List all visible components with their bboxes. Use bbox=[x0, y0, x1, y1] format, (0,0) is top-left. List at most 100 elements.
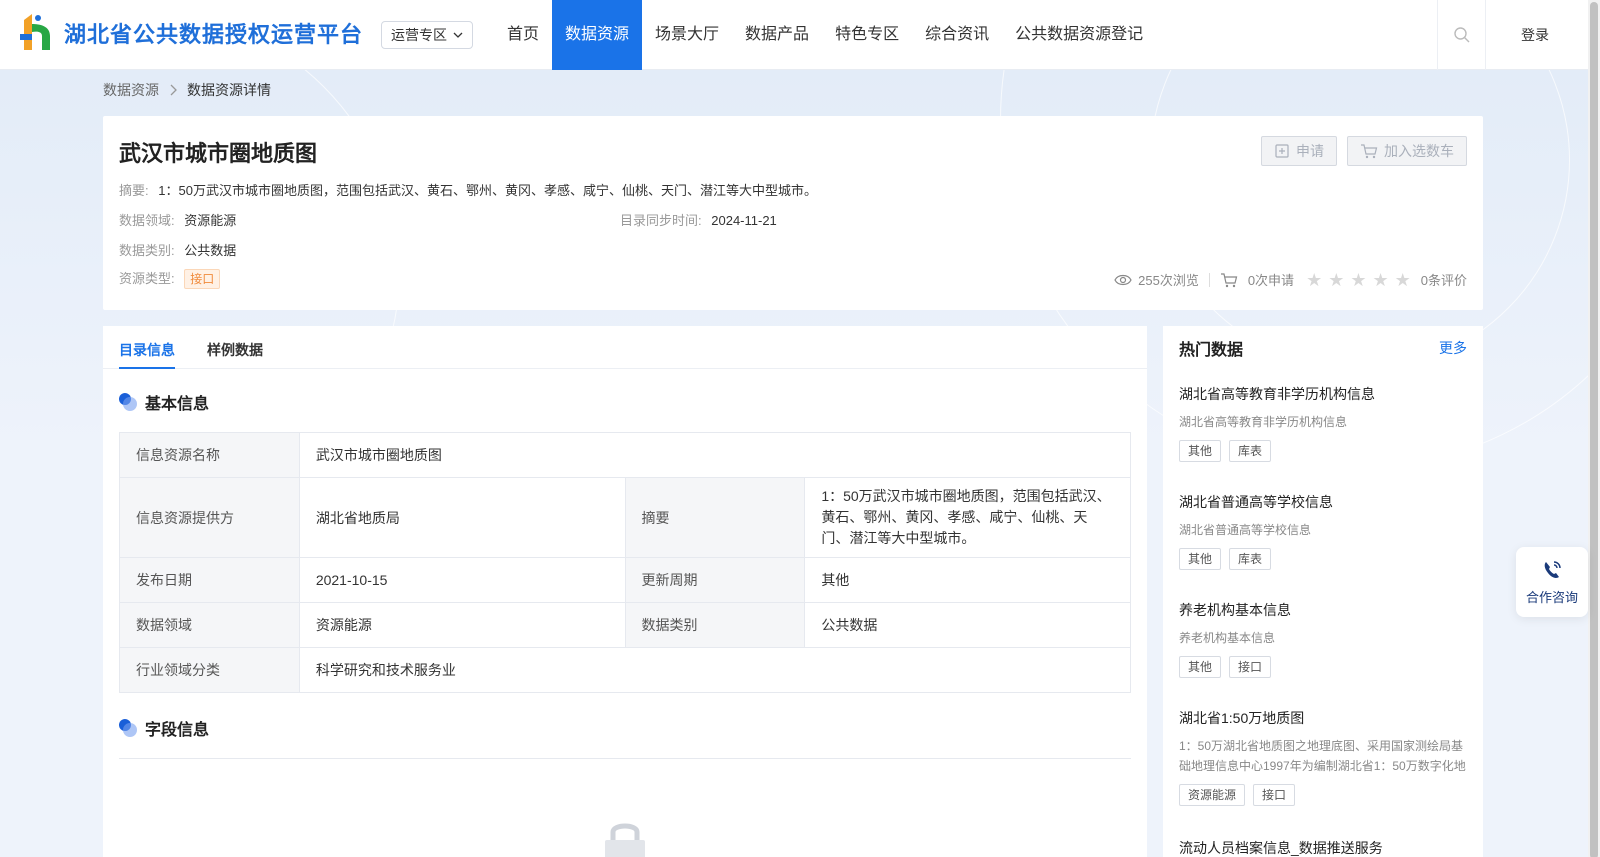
chevron-right-icon bbox=[170, 84, 177, 96]
star-icon[interactable]: ★ bbox=[1328, 271, 1344, 289]
list-item[interactable]: 湖北省高等教育非学历机构信息 湖北省高等教育非学历机构信息 其他 库表 bbox=[1179, 384, 1467, 462]
list-item-title[interactable]: 流动人员档案信息_数据推送服务 bbox=[1179, 838, 1467, 857]
field-info-title: 字段信息 bbox=[145, 722, 210, 739]
tab-catalog-info[interactable]: 目录信息 bbox=[119, 340, 175, 360]
table-value: 科学研究和技术服务业 bbox=[298, 647, 1132, 693]
table-key: 行业领域分类 bbox=[119, 647, 300, 693]
cart-icon bbox=[1361, 144, 1378, 159]
abstract-value: 1：50万武汉市城市圈地质图，范围包括武汉、黄石、鄂州、黄冈、孝感、咸宁、仙桃、… bbox=[158, 183, 817, 198]
list-item-tags: 其他 库表 bbox=[1179, 440, 1467, 462]
nav-data-resources[interactable]: 数据资源 bbox=[552, 0, 643, 70]
reviews-count: 0条评价 bbox=[1420, 273, 1467, 288]
rating-stars[interactable]: ★ ★ ★ ★ ★ bbox=[1306, 271, 1411, 289]
breadcrumb-parent[interactable]: 数据资源 bbox=[103, 80, 159, 100]
more-link[interactable]: 更多 bbox=[1439, 338, 1467, 358]
breadcrumb-current: 数据资源详情 bbox=[187, 82, 271, 98]
category-row: 数据类别: 公共数据 bbox=[119, 240, 236, 259]
table-row: 信息资源提供方 湖北省地质局 摘要 1：50万武汉市城市圈地质图，范围包括武汉、… bbox=[119, 477, 1131, 558]
sync-time-row: 目录同步时间: 2024-11-21 bbox=[620, 210, 777, 229]
table-value: 其他 bbox=[804, 557, 1131, 603]
table-row: 发布日期 2021-10-15 更新周期 其他 bbox=[119, 557, 1131, 603]
list-item-title[interactable]: 湖北省高等教育非学历机构信息 bbox=[1179, 384, 1467, 404]
table-key: 数据类别 bbox=[624, 602, 806, 648]
divider bbox=[119, 758, 1131, 759]
zone-select[interactable]: 运营专区 bbox=[381, 21, 473, 49]
star-icon[interactable]: ★ bbox=[1372, 271, 1388, 289]
category-label: 数据类别: bbox=[119, 243, 175, 258]
nav-public-data-registration[interactable]: 公共数据资源登记 bbox=[1002, 0, 1156, 70]
search-button[interactable] bbox=[1437, 0, 1486, 70]
list-item[interactable]: 湖北省普通高等学校信息 湖北省普通高等学校信息 其他 库表 bbox=[1179, 492, 1467, 570]
stats-divider bbox=[1208, 272, 1210, 287]
table-row: 行业领域分类 科学研究和技术服务业 bbox=[119, 647, 1132, 693]
category-value: 公共数据 bbox=[184, 243, 237, 258]
field-info-heading: 字段信息 bbox=[119, 716, 209, 740]
search-icon bbox=[1453, 27, 1469, 43]
chevron-down-icon bbox=[453, 32, 463, 38]
basic-info-heading: 基本信息 bbox=[119, 390, 209, 414]
list-item[interactable]: 流动人员档案信息_数据推送服务 bbox=[1179, 838, 1467, 857]
tag: 其他 bbox=[1179, 440, 1222, 462]
cart-icon bbox=[1220, 272, 1238, 287]
add-to-cart-button[interactable]: 加入选数车 bbox=[1347, 136, 1467, 166]
nav-scene-hall[interactable]: 场景大厅 bbox=[642, 0, 732, 70]
table-value: 1：50万武汉市城市圈地质图，范围包括武汉、黄石、鄂州、黄冈、孝感、咸宁、仙桃、… bbox=[804, 477, 1131, 558]
domain-value: 资源能源 bbox=[184, 213, 237, 228]
star-icon[interactable]: ★ bbox=[1350, 271, 1366, 289]
tab-sample-data[interactable]: 样例数据 bbox=[207, 340, 263, 360]
lock-icon bbox=[605, 823, 645, 857]
table-row: 信息资源名称 武汉市城市圈地质图 bbox=[119, 432, 1132, 478]
active-tab-indicator bbox=[119, 367, 175, 369]
list-item-title[interactable]: 养老机构基本信息 bbox=[1179, 600, 1467, 620]
table-value: 资源能源 bbox=[298, 602, 626, 648]
nav-data-products[interactable]: 数据产品 bbox=[732, 0, 822, 70]
table-key: 摘要 bbox=[624, 477, 806, 558]
table-key: 发布日期 bbox=[119, 557, 300, 603]
sync-time-label: 目录同步时间: bbox=[620, 213, 702, 228]
star-icon[interactable]: ★ bbox=[1395, 271, 1411, 289]
tag: 其他 bbox=[1179, 548, 1222, 570]
dot-icon bbox=[119, 393, 137, 411]
table-value: 2021-10-15 bbox=[298, 557, 626, 603]
list-item-desc: 养老机构基本信息 bbox=[1179, 631, 1276, 645]
breadcrumb: 数据资源 数据资源详情 bbox=[103, 80, 271, 100]
nav-featured-zone[interactable]: 特色专区 bbox=[822, 0, 912, 70]
nav-news[interactable]: 综合资讯 bbox=[912, 0, 1002, 70]
apply-button[interactable]: 申请 bbox=[1261, 136, 1337, 166]
scrollbar-thumb[interactable] bbox=[1590, 2, 1598, 857]
list-item[interactable]: 养老机构基本信息 养老机构基本信息 其他 接口 bbox=[1179, 600, 1467, 678]
nav-home[interactable]: 首页 bbox=[494, 0, 552, 70]
type-row: 资源类型: 接口 bbox=[119, 268, 221, 289]
basic-info-table: 信息资源名称 武汉市城市圈地质图 信息资源提供方 湖北省地质局 摘要 1：50万… bbox=[119, 432, 1132, 693]
tag: 接口 bbox=[1229, 656, 1272, 678]
apply-button-label: 申请 bbox=[1296, 143, 1324, 159]
login-button[interactable]: 登录 bbox=[1505, 0, 1565, 70]
scrollbar[interactable] bbox=[1588, 0, 1600, 857]
hot-data-sidebar: 热门数据 更多 湖北省高等教育非学历机构信息 湖北省高等教育非学历机构信息 其他… bbox=[1163, 326, 1483, 857]
sync-time-value: 2024-11-21 bbox=[711, 213, 777, 228]
list-item-title[interactable]: 湖北省1:50万地质图 bbox=[1179, 708, 1467, 728]
consult-label: 合作咨询 bbox=[1525, 589, 1578, 605]
apply-icon bbox=[1275, 144, 1289, 158]
main-nav: 首页 数据资源 场景大厅 数据产品 特色专区 综合资讯 公共数据资源登记 bbox=[494, 0, 1156, 70]
domain-label: 数据领域: bbox=[119, 213, 175, 228]
top-header: 湖北省公共数据授权运营平台 运营专区 首页 数据资源 场景大厅 数据产品 特色专… bbox=[0, 0, 1588, 70]
table-key: 信息资源提供方 bbox=[119, 477, 300, 558]
table-row: 数据领域 资源能源 数据类别 公共数据 bbox=[119, 602, 1131, 648]
type-label: 资源类型: bbox=[119, 271, 175, 286]
star-icon[interactable]: ★ bbox=[1306, 271, 1322, 289]
site-logo[interactable]: 湖北省公共数据授权运营平台 bbox=[16, 10, 363, 56]
list-item-title[interactable]: 湖北省普通高等学校信息 bbox=[1179, 492, 1467, 512]
consult-button[interactable]: 合作咨询 bbox=[1516, 547, 1588, 617]
basic-info-title: 基本信息 bbox=[145, 396, 210, 413]
tag: 接口 bbox=[1253, 784, 1296, 806]
add-to-cart-label: 加入选数车 bbox=[1384, 143, 1454, 159]
zone-select-label: 运营专区 bbox=[391, 27, 447, 43]
table-value: 公共数据 bbox=[804, 602, 1131, 648]
table-key: 数据领域 bbox=[119, 602, 300, 648]
table-key: 更新周期 bbox=[624, 557, 806, 603]
list-item-desc: 湖北省高等教育非学历机构信息 bbox=[1179, 415, 1348, 429]
tag: 库表 bbox=[1229, 440, 1272, 462]
list-item-tags: 其他 库表 bbox=[1179, 548, 1467, 570]
list-item[interactable]: 湖北省1:50万地质图 1：50万湖北省地质图之地理底图、采用国家测绘局基础地理… bbox=[1179, 708, 1467, 806]
